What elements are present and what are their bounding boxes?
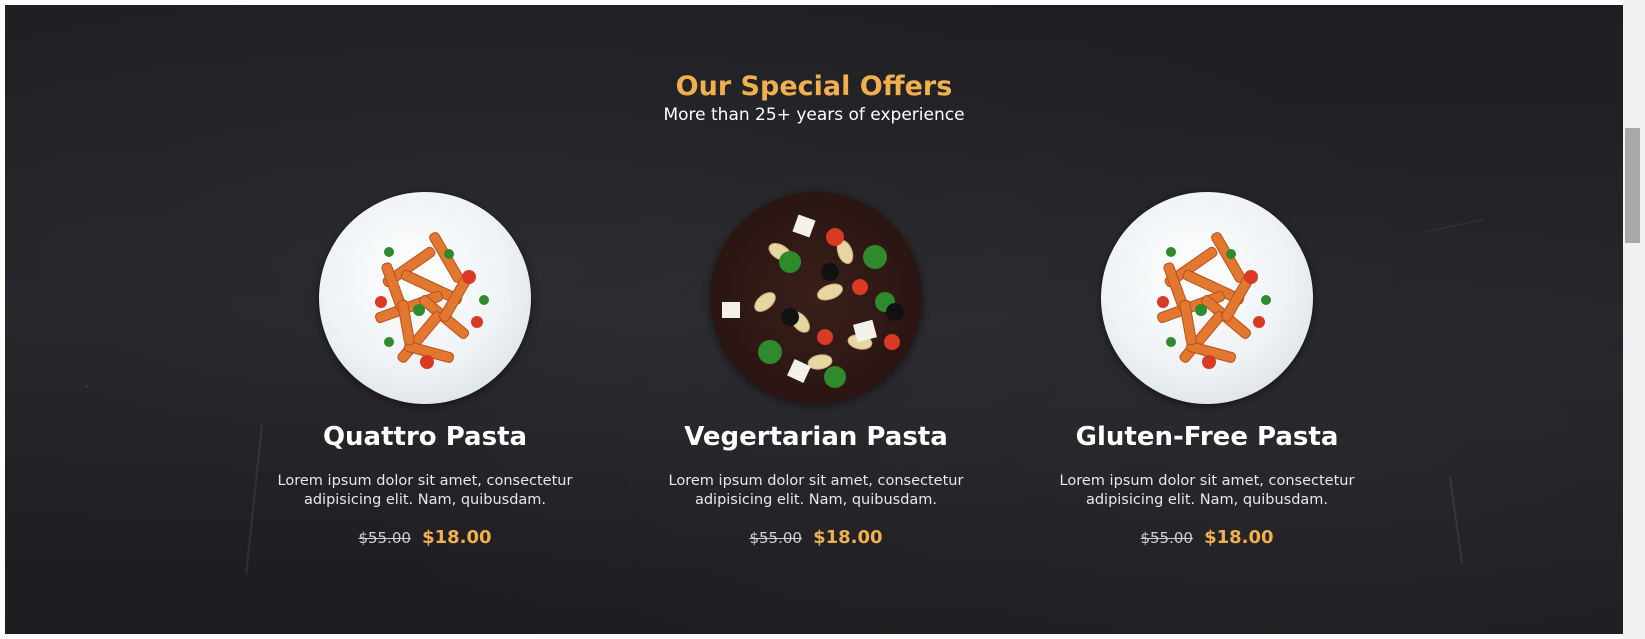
offer-price: $18.00 bbox=[422, 527, 492, 548]
offer-title: Vegertarian Pasta bbox=[684, 422, 948, 452]
fusilli-salad-bowl-image bbox=[710, 192, 922, 404]
offer-prices: $55.00 $18.00 bbox=[245, 527, 605, 548]
offer-description: Lorem ipsum dolor sit amet, consectetur … bbox=[668, 473, 964, 508]
offer-prices: $55.00 $18.00 bbox=[636, 527, 996, 548]
chalk-mark bbox=[85, 385, 88, 388]
penne-plate-image bbox=[1101, 192, 1313, 404]
offer-price: $18.00 bbox=[1204, 527, 1274, 548]
offer-title: Quattro Pasta bbox=[322, 422, 528, 452]
offer-price: $18.00 bbox=[813, 527, 883, 548]
offer-description: Lorem ipsum dolor sit amet, consectetur … bbox=[1059, 473, 1355, 508]
offer-card: Quattro Pasta Lorem ipsum dolor sit amet… bbox=[245, 192, 605, 548]
old-price: $55.00 bbox=[358, 529, 411, 547]
pasta-illustration bbox=[1157, 232, 1271, 369]
offer-card: Vegertarian Pasta Lorem ipsum dolor sit … bbox=[636, 192, 996, 548]
offer-title: Gluten-Free Pasta bbox=[1075, 422, 1339, 452]
offer-card: Gluten-Free Pasta Lorem ipsum dolor sit … bbox=[1027, 192, 1387, 548]
scrollbar-track[interactable] bbox=[1623, 0, 1645, 639]
chalk-mark bbox=[1425, 218, 1485, 233]
offer-description: Lorem ipsum dolor sit amet, consectetur … bbox=[277, 473, 573, 508]
old-price: $55.00 bbox=[749, 529, 802, 547]
section-subtitle: More than 25+ years of experience bbox=[663, 105, 965, 125]
scrollbar-thumb[interactable] bbox=[1625, 128, 1640, 243]
old-price: $55.00 bbox=[1140, 529, 1193, 547]
pasta-illustration bbox=[375, 232, 489, 369]
penne-plate-image bbox=[319, 192, 531, 404]
chalk-mark bbox=[1448, 475, 1464, 565]
salad-illustration bbox=[722, 214, 904, 388]
offer-prices: $55.00 $18.00 bbox=[1027, 527, 1387, 548]
special-offers-section: Our Special Offers More than 25+ years o… bbox=[5, 5, 1623, 634]
section-title: Our Special Offers bbox=[675, 71, 953, 102]
